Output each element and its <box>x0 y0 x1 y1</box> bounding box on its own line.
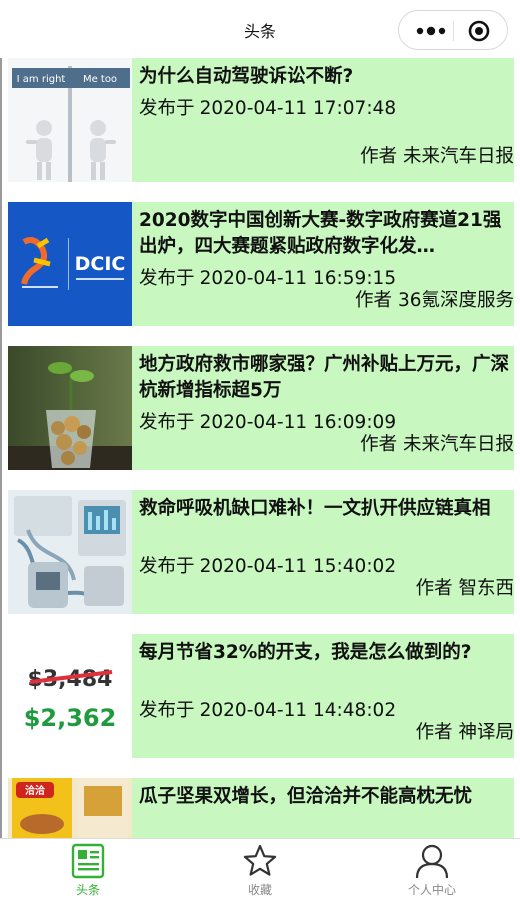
tab-profile[interactable]: 个人中心 <box>372 839 492 900</box>
article-date: 2020-04-11 14:48:02 <box>199 700 397 721</box>
close-target-icon[interactable] <box>468 20 490 42</box>
capsule-divider <box>453 21 454 41</box>
author-prefix: 作者 <box>415 578 453 599</box>
tab-label: 收藏 <box>247 883 272 897</box>
author-prefix: 作者 <box>415 722 453 743</box>
tab-bar: 头条 收藏 个人中心 <box>0 838 520 900</box>
mini-program-capsule <box>398 10 508 50</box>
article-body: 救命呼吸机缺口难补！一文扒开供应链真相 发布于 2020-04-11 15:40… <box>139 490 514 614</box>
star-icon <box>243 844 277 876</box>
article-thumbnail: $3,484 $2,362 <box>8 634 132 758</box>
article-thumbnail: I am right Me too <box>8 58 132 182</box>
article-body: 每月节省32%的开支，我是怎么做到的? 发布于 2020-04-11 14:48… <box>139 634 514 758</box>
author-prefix: 作者 <box>360 146 398 167</box>
thumb-brand: 洽洽 <box>25 784 46 797</box>
article-card[interactable]: I am right Me too 为什么自动驾驶诉讼不断? 发布于 2020-… <box>8 58 514 182</box>
tab-headlines[interactable]: 头条 <box>28 839 148 900</box>
article-title[interactable]: 每月节省32%的开支，我是怎么做到的? <box>139 640 511 666</box>
article-title[interactable]: 2020数字中国创新大赛-数字政府赛道21强出炉，四大赛题紧贴政府数字化发… <box>139 208 511 260</box>
article-card[interactable]: 地方政府救市哪家强？广州补贴上万元，广深杭新增指标超5万 发布于 2020-04… <box>8 346 514 470</box>
app-screen: 头条 I am right Me too 为什么自动驾驶诉讼不断? 发布于 20… <box>0 0 520 900</box>
article-author: 36氪深度服务 <box>397 290 514 311</box>
news-icon <box>71 843 105 879</box>
thumb-sign-right: Me too <box>83 74 117 85</box>
article-author-row: 作者 神译局 <box>416 718 514 744</box>
article-card[interactable]: $3,484 $2,362 每月节省32%的开支，我是怎么做到的? 发布于 20… <box>8 634 514 758</box>
article-card[interactable]: 救命呼吸机缺口难补！一文扒开供应链真相 发布于 2020-04-11 15:40… <box>8 490 514 614</box>
thumb-sign-left: I am right <box>17 74 66 85</box>
thumb-new-price: $2,362 <box>24 704 117 732</box>
navigation-bar: 头条 <box>0 0 520 58</box>
article-date-row: 发布于 2020-04-11 16:09:09 <box>139 408 396 434</box>
article-title[interactable]: 救命呼吸机缺口难补！一文扒开供应链真相 <box>139 496 511 522</box>
article-author-row: 作者 智东西 <box>416 574 514 600</box>
article-date-row: 发布于 2020-04-11 17:07:48 <box>139 94 396 120</box>
article-title[interactable]: 地方政府救市哪家强？广州补贴上万元，广深杭新增指标超5万 <box>139 352 511 404</box>
article-body: 2020数字中国创新大赛-数字政府赛道21强出炉，四大赛题紧贴政府数字化发… 发… <box>139 202 514 326</box>
article-date: 2020-04-11 15:40:02 <box>199 556 397 577</box>
article-title[interactable]: 瓜子坚果双增长，但洽洽并不能高枕无忧 <box>139 784 511 810</box>
tab-label: 个人中心 <box>407 883 456 897</box>
article-author: 未来汽车日报 <box>402 434 514 455</box>
article-thumbnail: DCIC <box>8 202 132 326</box>
author-prefix: 作者 <box>360 434 398 455</box>
date-prefix: 发布于 <box>139 98 195 119</box>
article-date: 2020-04-11 17:07:48 <box>199 98 397 119</box>
author-prefix: 作者 <box>355 290 393 311</box>
article-author: 未来汽车日报 <box>402 146 514 167</box>
thumb-logo-text: DCIC <box>75 253 126 275</box>
tab-favorites[interactable]: 收藏 <box>200 839 320 900</box>
date-prefix: 发布于 <box>139 556 195 577</box>
tab-label: 头条 <box>75 883 100 897</box>
article-author-row: 作者 未来汽车日报 <box>360 430 514 456</box>
article-author: 神译局 <box>458 722 514 743</box>
date-prefix: 发布于 <box>139 700 195 721</box>
left-edge-divider <box>0 58 2 840</box>
article-title[interactable]: 为什么自动驾驶诉讼不断? <box>139 64 511 90</box>
date-prefix: 发布于 <box>139 412 195 433</box>
article-date-row: 发布于 2020-04-11 14:48:02 <box>139 696 396 722</box>
article-body: 地方政府救市哪家强？广州补贴上万元，广深杭新增指标超5万 发布于 2020-04… <box>139 346 514 470</box>
person-icon <box>415 844 449 879</box>
article-card[interactable]: DCIC 2020数字中国创新大赛-数字政府赛道21强出炉，四大赛题紧贴政府数字… <box>8 202 514 326</box>
date-prefix: 发布于 <box>139 268 195 289</box>
article-author-row: 作者 36氪深度服务 <box>355 286 514 312</box>
article-thumbnail <box>8 490 132 614</box>
article-date-row: 发布于 2020-04-11 15:40:02 <box>139 552 396 578</box>
more-icon[interactable] <box>416 24 446 38</box>
article-thumbnail <box>8 346 132 470</box>
article-author-row: 作者 未来汽车日报 <box>360 142 514 168</box>
article-body: 为什么自动驾驶诉讼不断? 发布于 2020-04-11 17:07:48 作者 … <box>139 58 514 182</box>
article-author: 智东西 <box>458 578 514 599</box>
